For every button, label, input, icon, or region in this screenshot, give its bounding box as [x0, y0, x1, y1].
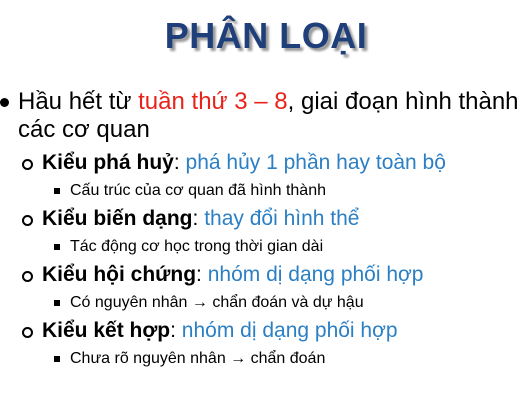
- slide-content: Hầu hết từ tuần thứ 3 – 8, giai đoạn hìn…: [0, 88, 532, 370]
- hollow-circle-bullet-icon: [22, 271, 33, 282]
- square-bullet-icon: [54, 244, 60, 250]
- type-detail-deformation: Tác động cơ học trong thời gian dài: [0, 236, 532, 258]
- round-bullet-icon: [0, 98, 9, 107]
- type-description: nhóm dị dạng phối hợp: [207, 263, 424, 286]
- type-label: Kiểu phá huỷ: [42, 151, 174, 174]
- square-bullet-icon: [54, 300, 60, 306]
- type-separator: :: [173, 151, 186, 174]
- type-separator: :: [196, 263, 208, 286]
- main-point-highlight: tuần thứ 3 – 8: [138, 88, 288, 115]
- hollow-circle-bullet-icon: [22, 159, 33, 170]
- type-item-association: Kiểu kết hợp: nhóm dị dạng phối hợp: [0, 318, 532, 344]
- type-description: phá hủy 1 phần hay toàn bộ: [185, 151, 446, 174]
- type-label: Kiểu hội chứng: [42, 263, 197, 286]
- type-separator: :: [192, 207, 205, 230]
- type-label: Kiểu kết hợp: [42, 319, 171, 342]
- type-detail-text: Có nguyên nhân → chẩn đoán và dự hậu: [70, 294, 364, 311]
- main-point-prefix: Hầu hết từ: [18, 88, 139, 115]
- type-item-syndrome: Kiểu hội chứng: nhóm dị dạng phối hợp: [0, 262, 532, 288]
- square-bullet-icon: [54, 188, 60, 194]
- type-item-destruction: Kiểu phá huỷ: phá hủy 1 phần hay toàn bộ: [0, 150, 532, 176]
- type-detail-destruction: Cấu trúc của cơ quan đã hình thành: [0, 180, 532, 202]
- type-detail-text: Chưa rõ nguyên nhân → chẩn đoán: [70, 350, 326, 367]
- type-separator: :: [170, 319, 182, 342]
- type-description: thay đổi hình thể: [204, 207, 360, 230]
- main-point: Hầu hết từ tuần thứ 3 – 8, giai đoạn hìn…: [0, 88, 532, 144]
- type-detail-text: Cấu trúc của cơ quan đã hình thành: [70, 182, 326, 199]
- hollow-circle-bullet-icon: [22, 215, 33, 226]
- type-detail-syndrome: Có nguyên nhân → chẩn đoán và dự hậu: [0, 292, 532, 314]
- type-detail-association: Chưa rõ nguyên nhân → chẩn đoán: [0, 348, 532, 370]
- type-detail-text: Tác động cơ học trong thời gian dài: [70, 238, 324, 255]
- type-description: nhóm dị dạng phối hợp: [181, 319, 398, 342]
- type-item-deformation: Kiểu biến dạng: thay đổi hình thể: [0, 206, 532, 232]
- square-bullet-icon: [54, 356, 60, 362]
- hollow-circle-bullet-icon: [22, 327, 33, 338]
- type-label: Kiểu biến dạng: [42, 207, 193, 230]
- slide: PHÂN LOẠI Hầu hết từ tuần thứ 3 – 8, gia…: [0, 0, 532, 414]
- slide-title: PHÂN LOẠI: [164, 15, 368, 56]
